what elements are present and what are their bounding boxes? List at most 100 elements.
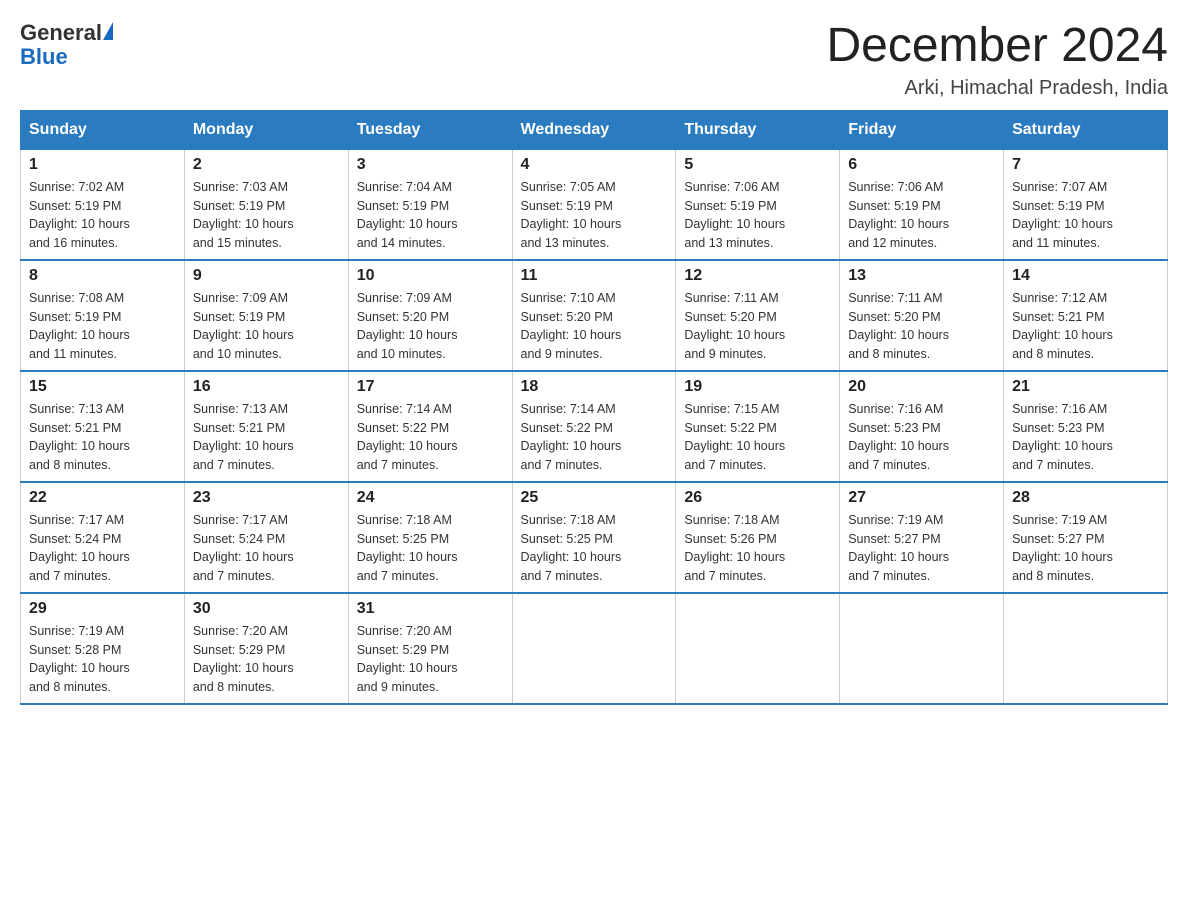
table-row: [840, 593, 1004, 704]
table-row: 31 Sunrise: 7:20 AMSunset: 5:29 PMDaylig…: [348, 593, 512, 704]
table-row: 26 Sunrise: 7:18 AMSunset: 5:26 PMDaylig…: [676, 482, 840, 593]
day-info: Sunrise: 7:17 AMSunset: 5:24 PMDaylight:…: [193, 513, 294, 583]
table-row: 10 Sunrise: 7:09 AMSunset: 5:20 PMDaylig…: [348, 260, 512, 371]
day-info: Sunrise: 7:14 AMSunset: 5:22 PMDaylight:…: [521, 402, 622, 472]
table-row: 25 Sunrise: 7:18 AMSunset: 5:25 PMDaylig…: [512, 482, 676, 593]
day-number: 23: [193, 489, 340, 507]
day-info: Sunrise: 7:12 AMSunset: 5:21 PMDaylight:…: [1012, 291, 1113, 361]
col-thursday: Thursday: [676, 110, 840, 149]
table-row: 3 Sunrise: 7:04 AMSunset: 5:19 PMDayligh…: [348, 149, 512, 260]
table-row: 5 Sunrise: 7:06 AMSunset: 5:19 PMDayligh…: [676, 149, 840, 260]
day-info: Sunrise: 7:13 AMSunset: 5:21 PMDaylight:…: [193, 402, 294, 472]
table-row: 16 Sunrise: 7:13 AMSunset: 5:21 PMDaylig…: [184, 371, 348, 482]
day-info: Sunrise: 7:18 AMSunset: 5:25 PMDaylight:…: [521, 513, 622, 583]
day-number: 26: [684, 489, 831, 507]
calendar-week-row: 8 Sunrise: 7:08 AMSunset: 5:19 PMDayligh…: [21, 260, 1168, 371]
day-number: 21: [1012, 378, 1159, 396]
calendar-week-row: 22 Sunrise: 7:17 AMSunset: 5:24 PMDaylig…: [21, 482, 1168, 593]
col-wednesday: Wednesday: [512, 110, 676, 149]
table-row: [676, 593, 840, 704]
day-number: 29: [29, 600, 176, 618]
table-row: 12 Sunrise: 7:11 AMSunset: 5:20 PMDaylig…: [676, 260, 840, 371]
table-row: 1 Sunrise: 7:02 AMSunset: 5:19 PMDayligh…: [21, 149, 185, 260]
table-row: [512, 593, 676, 704]
day-info: Sunrise: 7:14 AMSunset: 5:22 PMDaylight:…: [357, 402, 458, 472]
day-info: Sunrise: 7:18 AMSunset: 5:25 PMDaylight:…: [357, 513, 458, 583]
table-row: 9 Sunrise: 7:09 AMSunset: 5:19 PMDayligh…: [184, 260, 348, 371]
table-row: 18 Sunrise: 7:14 AMSunset: 5:22 PMDaylig…: [512, 371, 676, 482]
day-number: 27: [848, 489, 995, 507]
day-number: 31: [357, 600, 504, 618]
day-info: Sunrise: 7:16 AMSunset: 5:23 PMDaylight:…: [848, 402, 949, 472]
day-number: 11: [521, 267, 668, 285]
calendar-week-row: 29 Sunrise: 7:19 AMSunset: 5:28 PMDaylig…: [21, 593, 1168, 704]
day-info: Sunrise: 7:16 AMSunset: 5:23 PMDaylight:…: [1012, 402, 1113, 472]
day-number: 19: [684, 378, 831, 396]
page-header: General Blue December 2024 Arki, Himacha…: [20, 20, 1168, 100]
day-number: 7: [1012, 156, 1159, 174]
day-info: Sunrise: 7:11 AMSunset: 5:20 PMDaylight:…: [848, 291, 949, 361]
day-number: 17: [357, 378, 504, 396]
table-row: 24 Sunrise: 7:18 AMSunset: 5:25 PMDaylig…: [348, 482, 512, 593]
day-info: Sunrise: 7:19 AMSunset: 5:27 PMDaylight:…: [1012, 513, 1113, 583]
day-number: 5: [684, 156, 831, 174]
table-row: 27 Sunrise: 7:19 AMSunset: 5:27 PMDaylig…: [840, 482, 1004, 593]
table-row: 17 Sunrise: 7:14 AMSunset: 5:22 PMDaylig…: [348, 371, 512, 482]
table-row: 19 Sunrise: 7:15 AMSunset: 5:22 PMDaylig…: [676, 371, 840, 482]
day-info: Sunrise: 7:03 AMSunset: 5:19 PMDaylight:…: [193, 180, 294, 250]
table-row: 8 Sunrise: 7:08 AMSunset: 5:19 PMDayligh…: [21, 260, 185, 371]
day-number: 12: [684, 267, 831, 285]
table-row: 28 Sunrise: 7:19 AMSunset: 5:27 PMDaylig…: [1004, 482, 1168, 593]
table-row: 13 Sunrise: 7:11 AMSunset: 5:20 PMDaylig…: [840, 260, 1004, 371]
table-row: 15 Sunrise: 7:13 AMSunset: 5:21 PMDaylig…: [21, 371, 185, 482]
day-info: Sunrise: 7:15 AMSunset: 5:22 PMDaylight:…: [684, 402, 785, 472]
table-row: 7 Sunrise: 7:07 AMSunset: 5:19 PMDayligh…: [1004, 149, 1168, 260]
table-row: 14 Sunrise: 7:12 AMSunset: 5:21 PMDaylig…: [1004, 260, 1168, 371]
day-info: Sunrise: 7:07 AMSunset: 5:19 PMDaylight:…: [1012, 180, 1113, 250]
table-row: 20 Sunrise: 7:16 AMSunset: 5:23 PMDaylig…: [840, 371, 1004, 482]
location-subtitle: Arki, Himachal Pradesh, India: [826, 77, 1168, 100]
calendar-header-row: Sunday Monday Tuesday Wednesday Thursday…: [21, 110, 1168, 149]
day-info: Sunrise: 7:09 AMSunset: 5:19 PMDaylight:…: [193, 291, 294, 361]
day-info: Sunrise: 7:05 AMSunset: 5:19 PMDaylight:…: [521, 180, 622, 250]
day-number: 3: [357, 156, 504, 174]
day-info: Sunrise: 7:11 AMSunset: 5:20 PMDaylight:…: [684, 291, 785, 361]
calendar-week-row: 15 Sunrise: 7:13 AMSunset: 5:21 PMDaylig…: [21, 371, 1168, 482]
day-number: 28: [1012, 489, 1159, 507]
table-row: 2 Sunrise: 7:03 AMSunset: 5:19 PMDayligh…: [184, 149, 348, 260]
day-number: 9: [193, 267, 340, 285]
col-monday: Monday: [184, 110, 348, 149]
table-row: 4 Sunrise: 7:05 AMSunset: 5:19 PMDayligh…: [512, 149, 676, 260]
logo-blue-text: Blue: [20, 46, 68, 68]
day-info: Sunrise: 7:10 AMSunset: 5:20 PMDaylight:…: [521, 291, 622, 361]
day-number: 20: [848, 378, 995, 396]
day-number: 8: [29, 267, 176, 285]
logo: General Blue: [20, 20, 113, 68]
table-row: 11 Sunrise: 7:10 AMSunset: 5:20 PMDaylig…: [512, 260, 676, 371]
day-number: 16: [193, 378, 340, 396]
day-info: Sunrise: 7:19 AMSunset: 5:27 PMDaylight:…: [848, 513, 949, 583]
day-info: Sunrise: 7:04 AMSunset: 5:19 PMDaylight:…: [357, 180, 458, 250]
day-number: 2: [193, 156, 340, 174]
table-row: 30 Sunrise: 7:20 AMSunset: 5:29 PMDaylig…: [184, 593, 348, 704]
day-info: Sunrise: 7:18 AMSunset: 5:26 PMDaylight:…: [684, 513, 785, 583]
table-row: 6 Sunrise: 7:06 AMSunset: 5:19 PMDayligh…: [840, 149, 1004, 260]
table-row: 21 Sunrise: 7:16 AMSunset: 5:23 PMDaylig…: [1004, 371, 1168, 482]
day-info: Sunrise: 7:19 AMSunset: 5:28 PMDaylight:…: [29, 624, 130, 694]
day-info: Sunrise: 7:06 AMSunset: 5:19 PMDaylight:…: [684, 180, 785, 250]
day-info: Sunrise: 7:20 AMSunset: 5:29 PMDaylight:…: [357, 624, 458, 694]
month-year-title: December 2024: [826, 20, 1168, 73]
day-info: Sunrise: 7:20 AMSunset: 5:29 PMDaylight:…: [193, 624, 294, 694]
table-row: 23 Sunrise: 7:17 AMSunset: 5:24 PMDaylig…: [184, 482, 348, 593]
day-info: Sunrise: 7:09 AMSunset: 5:20 PMDaylight:…: [357, 291, 458, 361]
day-number: 10: [357, 267, 504, 285]
day-info: Sunrise: 7:17 AMSunset: 5:24 PMDaylight:…: [29, 513, 130, 583]
calendar-table: Sunday Monday Tuesday Wednesday Thursday…: [20, 110, 1168, 705]
logo-general-text: General: [20, 20, 102, 46]
day-info: Sunrise: 7:13 AMSunset: 5:21 PMDaylight:…: [29, 402, 130, 472]
col-sunday: Sunday: [21, 110, 185, 149]
day-number: 22: [29, 489, 176, 507]
title-block: December 2024 Arki, Himachal Pradesh, In…: [826, 20, 1168, 100]
day-number: 30: [193, 600, 340, 618]
table-row: [1004, 593, 1168, 704]
